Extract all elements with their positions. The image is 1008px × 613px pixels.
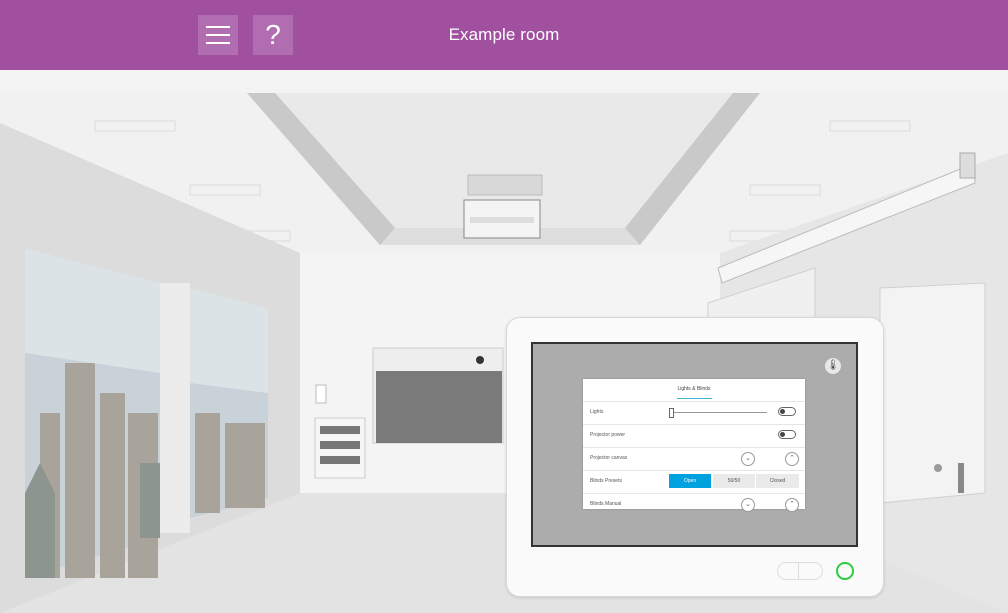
blinds-up-button[interactable]: ⌃ [785,498,799,512]
row-label: Lights [590,409,604,415]
hardware-volume-buttons[interactable] [777,562,823,580]
lights-slider-track[interactable] [671,412,767,413]
thermometer-icon[interactable]: 🌡 [825,358,841,374]
blinds-down-button[interactable]: ⌄ [741,498,755,512]
room-title: Example room [448,25,560,44]
touch-panel-device: 🌡 Lights & Blinds Lights Projector power… [506,317,884,597]
status-ring-icon[interactable] [836,562,854,580]
row-projector-power: Projector power [583,424,805,447]
touch-panel-screen: 🌡 Lights & Blinds Lights Projector power… [531,342,858,547]
row-label: Blinds Manual [590,501,622,507]
active-tab-indicator [677,398,712,399]
preset-half-button[interactable]: 50/50 [713,474,755,488]
row-label: Blinds Presets [590,478,622,484]
row-projector-canvas: Projector canvas ⌄ ⌃ [583,447,805,470]
preset-closed-button[interactable]: Closed [756,474,799,488]
projector-power-toggle[interactable] [778,430,796,439]
row-label: Projector canvas [590,455,628,461]
row-blinds-presets: Blinds Presets Open 50/50 Closed [583,470,805,493]
lights-slider-handle[interactable] [669,408,674,418]
tab-title: Lights & Blinds [677,386,711,392]
sub-header-strip [0,70,1008,93]
tab-lights-blinds[interactable]: Lights & Blinds [583,379,805,401]
row-label: Projector power [590,432,626,438]
top-bar: ? Example room [0,0,1008,70]
canvas-up-button[interactable]: ⌃ [785,452,799,466]
row-lights: Lights [583,401,805,424]
preset-open-button[interactable]: Open [669,474,711,488]
canvas-down-button[interactable]: ⌄ [741,452,755,466]
row-blinds-manual: Blinds Manual ⌄ ⌃ [583,493,805,516]
lights-toggle[interactable] [778,407,796,416]
control-card: Lights & Blinds Lights Projector power P… [583,379,805,512]
